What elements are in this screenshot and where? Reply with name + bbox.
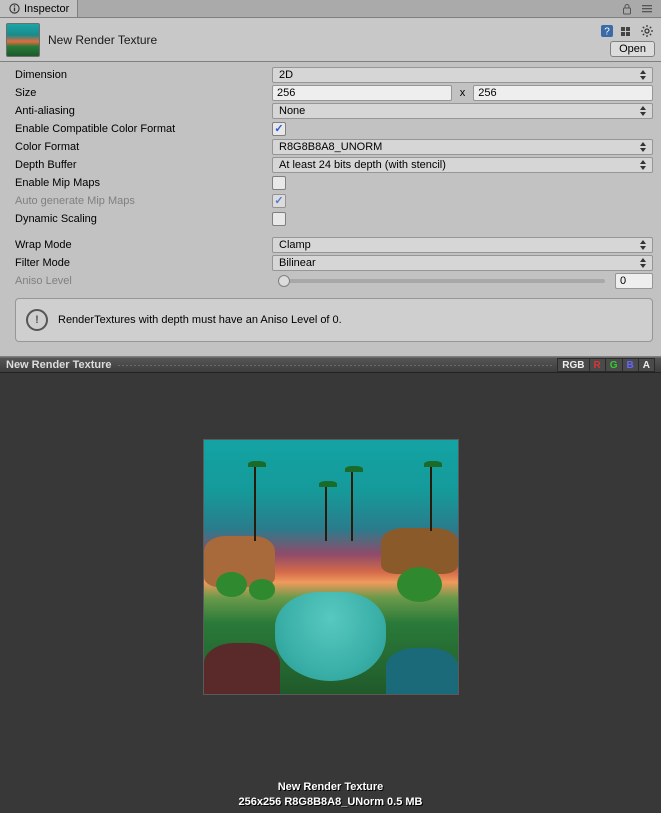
color-format-dropdown[interactable]: R8G8B8A8_UNORM xyxy=(272,139,653,155)
gear-icon[interactable] xyxy=(639,23,655,39)
wrap-mode-value: Clamp xyxy=(279,239,311,251)
color-format-label: Color Format xyxy=(15,141,272,153)
info-text: RenderTextures with depth must have an A… xyxy=(58,314,342,326)
wrap-mode-dropdown[interactable]: Clamp xyxy=(272,237,653,253)
filter-mode-dropdown[interactable]: Bilinear xyxy=(272,255,653,271)
filter-mode-label: Filter Mode xyxy=(15,257,272,269)
asset-header: New Render Texture ? Open xyxy=(0,18,661,62)
depth-buffer-value: At least 24 bits depth (with stencil) xyxy=(279,159,446,171)
info-box: ! RenderTextures with depth must have an… xyxy=(15,298,653,342)
tab-bar: Inspector xyxy=(0,0,661,18)
dimension-dropdown[interactable]: 2D xyxy=(272,67,653,83)
dimension-label: Dimension xyxy=(15,69,272,81)
antialias-label: Anti-aliasing xyxy=(15,105,272,117)
aniso-slider xyxy=(278,279,605,283)
preview-caption: New Render Texture 256x256 R8G8B8A8_UNor… xyxy=(0,780,661,809)
asset-name: New Render Texture xyxy=(48,33,591,47)
svg-text:?: ? xyxy=(604,26,610,37)
dyn-scale-checkbox[interactable] xyxy=(272,212,286,226)
antialias-value: None xyxy=(279,105,305,117)
compat-checkbox[interactable] xyxy=(272,122,286,136)
auto-mip-checkbox xyxy=(272,194,286,208)
antialias-dropdown[interactable]: None xyxy=(272,103,653,119)
preset-icon[interactable] xyxy=(619,23,635,39)
channel-r-button[interactable]: R xyxy=(589,358,606,372)
properties-panel: Dimension 2D Size 256 x 256 Anti-aliasin… xyxy=(0,62,661,357)
wrap-mode-label: Wrap Mode xyxy=(15,239,272,251)
dropdown-arrows-icon xyxy=(640,258,648,268)
info-circle-icon: ! xyxy=(26,309,48,331)
info-icon xyxy=(8,3,20,15)
open-button[interactable]: Open xyxy=(610,41,655,57)
size-label: Size xyxy=(15,87,272,99)
preview-caption-meta: 256x256 R8G8B8A8_UNorm 0.5 MB xyxy=(0,795,661,809)
depth-buffer-label: Depth Buffer xyxy=(15,159,272,171)
enable-mip-label: Enable Mip Maps xyxy=(15,177,272,189)
dimension-value: 2D xyxy=(279,69,293,81)
preview-separator xyxy=(118,365,553,366)
dropdown-arrows-icon xyxy=(640,70,648,80)
lock-icon[interactable] xyxy=(619,1,635,17)
channel-rgb-button[interactable]: RGB xyxy=(557,358,589,372)
preview-header: New Render Texture RGB R G B A xyxy=(0,357,661,373)
inspector-tab[interactable]: Inspector xyxy=(0,0,78,17)
filter-mode-value: Bilinear xyxy=(279,257,316,269)
channel-b-button[interactable]: B xyxy=(622,358,639,372)
size-separator: x xyxy=(456,87,470,99)
color-format-value: R8G8B8A8_UNORM xyxy=(279,141,382,153)
channel-a-button[interactable]: A xyxy=(638,358,655,372)
auto-mip-label: Auto generate Mip Maps xyxy=(15,195,272,207)
size-width-input[interactable]: 256 xyxy=(272,85,452,101)
preview-title: New Render Texture xyxy=(6,359,112,371)
channel-g-button[interactable]: G xyxy=(605,358,623,372)
channel-buttons: RGB R G B A xyxy=(558,358,655,372)
dropdown-arrows-icon xyxy=(640,240,648,250)
preview-image xyxy=(203,439,459,695)
dropdown-arrows-icon xyxy=(640,142,648,152)
enable-mip-checkbox[interactable] xyxy=(272,176,286,190)
aniso-label: Aniso Level xyxy=(15,275,272,287)
tab-menu-icon[interactable] xyxy=(639,1,655,17)
preview-caption-title: New Render Texture xyxy=(0,780,661,794)
inspector-tab-label: Inspector xyxy=(24,3,69,15)
size-height-input[interactable]: 256 xyxy=(473,85,653,101)
slider-thumb-icon xyxy=(278,275,290,287)
preview-area: New Render Texture 256x256 R8G8B8A8_UNor… xyxy=(0,373,661,813)
asset-thumbnail xyxy=(6,23,40,57)
dropdown-arrows-icon xyxy=(640,160,648,170)
help-icon[interactable]: ? xyxy=(599,23,615,39)
dropdown-arrows-icon xyxy=(640,106,648,116)
depth-buffer-dropdown[interactable]: At least 24 bits depth (with stencil) xyxy=(272,157,653,173)
dyn-scale-label: Dynamic Scaling xyxy=(15,213,272,225)
tab-bar-right xyxy=(613,0,661,17)
aniso-value: 0 xyxy=(615,273,653,289)
compat-label: Enable Compatible Color Format xyxy=(15,123,272,135)
